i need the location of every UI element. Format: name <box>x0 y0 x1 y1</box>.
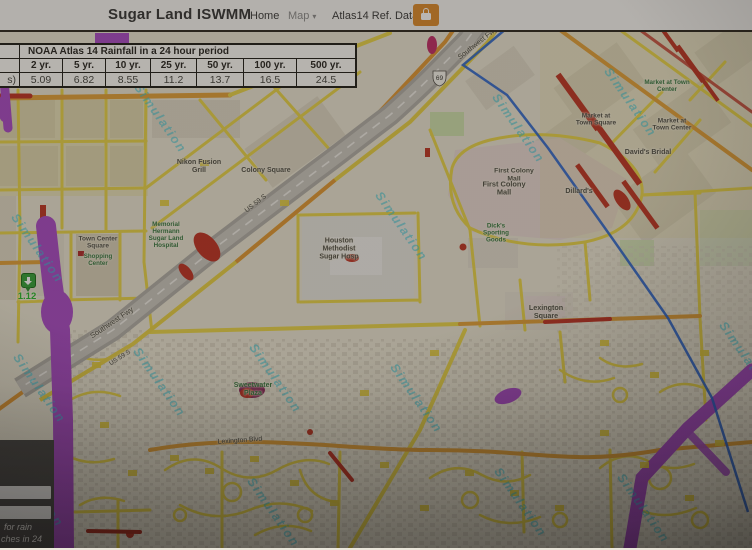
val-500yr: 24.5 <box>297 73 356 87</box>
app-header: Sugar Land ISWMM Home Map▾ Atlas14 Ref. … <box>0 0 752 30</box>
map-label-market-at-town-center-poi: Market at TownCenter <box>644 79 689 93</box>
col-25yr: 25 yr. <box>151 59 197 73</box>
highway-shield: 69 <box>433 71 446 86</box>
val-10yr: 8.55 <box>106 73 151 87</box>
chevron-down-icon: ▾ <box>312 12 316 21</box>
val-25yr: 11.2 <box>151 73 197 87</box>
val-100yr: 16.5 <box>244 73 297 87</box>
table-corner-cell <box>0 45 20 59</box>
map-label-colony-square: Colony Square <box>241 167 290 175</box>
map-marker-pin[interactable] <box>21 273 36 288</box>
val-2yr: 5.09 <box>20 73 63 87</box>
app-title: Sugar Land ISWMM <box>108 6 251 23</box>
col-100yr: 100 yr. <box>244 59 297 73</box>
rainfall-table: NOAA Atlas 14 Rainfall in a 24 hour peri… <box>0 44 356 87</box>
map-label-shopping-center: ShoppingCenter <box>84 254 113 268</box>
map-label-dicks-sporting-goods: Dick'sSportingGoods <box>483 222 509 243</box>
row-label-fragment: s) <box>0 73 20 87</box>
marker-value-label: 1.12 <box>14 291 40 302</box>
map-label-town-center-square: Town CenterSquare <box>79 236 118 251</box>
download-arrow-icon <box>27 277 30 281</box>
map-label-davids-bridal: David's Bridal <box>625 149 671 157</box>
panel-field-1[interactable] <box>0 486 51 499</box>
col-5yr: 5 yr. <box>63 59 106 73</box>
lock-button[interactable] <box>413 4 439 26</box>
map-label-market-at-town-square: Market atTown Square <box>576 113 616 128</box>
table-title: NOAA Atlas 14 Rainfall in a 24 hour peri… <box>20 45 356 59</box>
nav-home[interactable]: Home <box>250 10 279 22</box>
table-values-row: s) 5.09 6.82 8.55 11.2 13.7 16.5 24.5 <box>0 73 356 87</box>
nav-map-dropdown[interactable]: Map▾ <box>288 10 316 22</box>
map-label-lexington-square: LexingtonSquare <box>529 304 563 320</box>
nav-atlas14-ref-data[interactable]: Atlas14 Ref. Data <box>332 10 418 22</box>
col-2yr: 2 yr. <box>20 59 63 73</box>
col-10yr: 10 yr. <box>106 59 151 73</box>
map-label-first-colony-mall-2: First ColonyMall <box>482 181 525 198</box>
map-label-sweetwater-plaza: SweetwaterPlaza <box>234 382 273 398</box>
panel-field-2[interactable] <box>0 506 51 519</box>
map-label-memorial-hermann-hospital: MemorialHermannSugar LandHospital <box>149 221 184 249</box>
header-divider <box>0 30 752 32</box>
table-header-empty <box>0 59 20 73</box>
val-50yr: 13.7 <box>197 73 244 87</box>
col-50yr: 50 yr. <box>197 59 244 73</box>
table-header-row: 2 yr. 5 yr. 10 yr. 25 yr. 50 yr. 100 yr.… <box>0 59 356 73</box>
lock-icon <box>421 13 431 20</box>
panel-caption-line2: ches in 24 <box>1 534 42 544</box>
col-500yr: 500 yr. <box>297 59 356 73</box>
val-5yr: 6.82 <box>63 73 106 87</box>
map-label-houston-methodist: HoustonMethodistSugar Hosp <box>319 237 358 260</box>
svg-text:69: 69 <box>436 75 444 82</box>
simulation-panel: for rain ches in 24 <box>0 440 54 548</box>
map-label-dillards: Dillard's <box>565 188 592 196</box>
panel-caption-line1: for rain <box>4 522 32 532</box>
map-label-nikon-fusion-grill: Nikon FusionGrill <box>177 159 221 175</box>
nav-map-label: Map <box>288 10 309 22</box>
